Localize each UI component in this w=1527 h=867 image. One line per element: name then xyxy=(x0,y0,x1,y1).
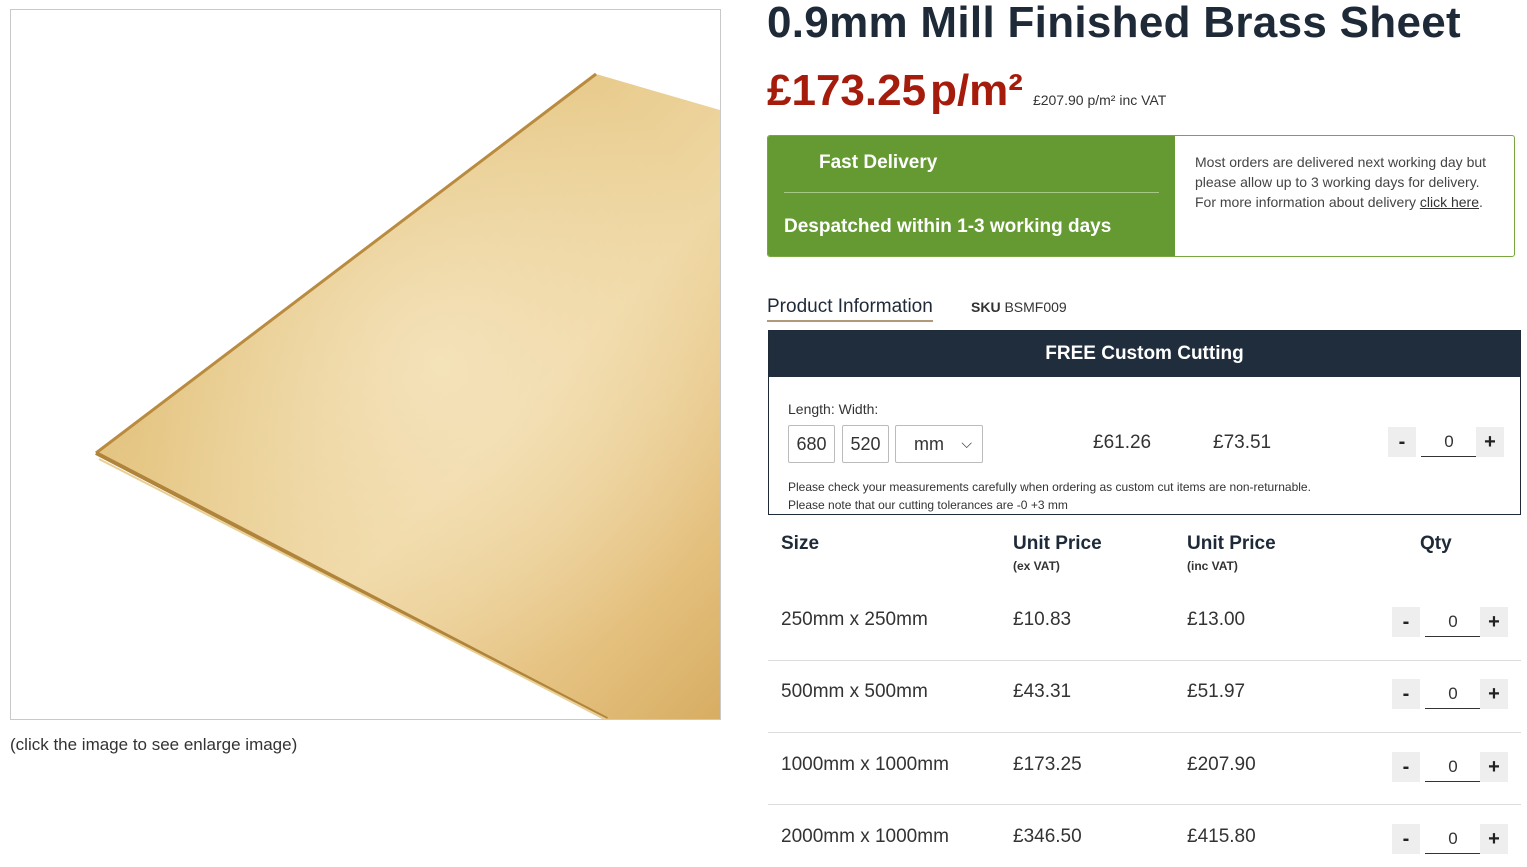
delivery-info: Most orders are delivered next working d… xyxy=(1175,136,1514,256)
width-input[interactable] xyxy=(842,425,889,463)
price-unit: p/m² xyxy=(930,66,1023,115)
page-title: 0.9mm Mill Finished Brass Sheet xyxy=(767,0,1461,47)
qty-minus-button[interactable]: - xyxy=(1392,607,1420,637)
custom-price-inc-vat: £73.51 xyxy=(1213,432,1272,453)
delivery-info-link[interactable]: click here xyxy=(1420,194,1479,210)
unit-price-inc-label: Unit Price xyxy=(1187,533,1276,554)
row-price-inc: £207.90 xyxy=(1187,754,1256,775)
sku-value: BSMF009 xyxy=(1004,299,1067,315)
length-label: Length: xyxy=(788,401,835,417)
unit-price-ex-header: Unit Price (ex VAT) xyxy=(1013,533,1102,573)
ex-vat-label: (ex VAT) xyxy=(1013,559,1060,573)
row-price-inc: £51.97 xyxy=(1187,681,1246,702)
custom-cutting-panel: FREE Custom Cutting Length: Width: mm ⌵ £… xyxy=(768,330,1521,515)
price-row: £173.25p/m² £207.90 p/m² inc VAT xyxy=(767,66,1166,116)
delivery-banner: Fast Delivery Despatched within 1-3 work… xyxy=(768,136,1175,256)
table-row: 2000mm x 1000mm £346.50 £415.80 - + xyxy=(768,804,1521,867)
chevron-down-icon: ⌵ xyxy=(961,435,972,451)
row-price-inc: £13.00 xyxy=(1187,609,1246,630)
tolerance-note: Please note that our cutting tolerances … xyxy=(788,498,1068,512)
row-price-ex: £346.50 xyxy=(1013,826,1082,847)
custom-qty-plus-button[interactable]: + xyxy=(1476,427,1504,457)
custom-cutting-header: FREE Custom Cutting xyxy=(769,331,1520,377)
product-image[interactable] xyxy=(10,9,721,720)
qty-minus-button[interactable]: - xyxy=(1392,824,1420,854)
qty-plus-button[interactable]: + xyxy=(1480,679,1508,709)
table-row: 500mm x 500mm £43.31 £51.97 - + xyxy=(768,660,1521,733)
custom-qty-input[interactable] xyxy=(1421,427,1477,457)
unit-price-ex-label: Unit Price xyxy=(1013,533,1102,554)
fast-delivery-title: Fast Delivery xyxy=(819,152,938,173)
table-row: 1000mm x 1000mm £173.25 £207.90 - + xyxy=(768,732,1521,805)
price-inc-vat: £207.90 p/m² inc VAT xyxy=(1032,92,1167,108)
qty-input[interactable] xyxy=(1425,824,1481,854)
row-price-inc: £415.80 xyxy=(1187,826,1256,847)
row-size: 1000mm x 1000mm xyxy=(781,754,949,775)
row-size: 500mm x 500mm xyxy=(781,681,928,702)
divider xyxy=(784,192,1159,193)
sku: SKU BSMF009 xyxy=(971,299,1067,315)
length-input[interactable] xyxy=(788,425,835,463)
unit-price-inc-header: Unit Price (inc VAT) xyxy=(1187,533,1276,573)
delivery-box: Fast Delivery Despatched within 1-3 work… xyxy=(767,135,1515,257)
inc-vat-label: (inc VAT) xyxy=(1187,559,1238,573)
qty-header: Qty xyxy=(1420,533,1452,554)
width-label: Width: xyxy=(838,401,879,417)
tab-product-information[interactable]: Product Information xyxy=(767,296,933,322)
qty-plus-button[interactable]: + xyxy=(1480,752,1508,782)
qty-plus-button[interactable]: + xyxy=(1480,607,1508,637)
despatch-text: Despatched within 1-3 working days xyxy=(784,216,1112,237)
qty-input[interactable] xyxy=(1425,679,1481,709)
qty-plus-button[interactable]: + xyxy=(1480,824,1508,854)
unit-select-value: mm xyxy=(914,433,944,454)
qty-minus-button[interactable]: - xyxy=(1392,752,1420,782)
row-price-ex: £10.83 xyxy=(1013,609,1072,630)
price: £173.25 xyxy=(767,66,927,115)
image-caption: (click the image to see enlarge image) xyxy=(10,735,298,754)
qty-input[interactable] xyxy=(1425,752,1481,782)
qty-input[interactable] xyxy=(1425,607,1481,637)
dimension-labels: Length: Width: xyxy=(788,401,878,417)
row-size: 2000mm x 1000mm xyxy=(781,826,949,847)
row-size: 250mm x 250mm xyxy=(781,609,928,630)
row-price-ex: £173.25 xyxy=(1013,754,1082,775)
sku-label: SKU xyxy=(971,299,1001,315)
delivery-info-end: . xyxy=(1479,194,1483,210)
unit-select[interactable]: mm ⌵ xyxy=(895,425,983,463)
table-row: 250mm x 250mm £10.83 £13.00 - + xyxy=(768,588,1521,661)
size-header: Size xyxy=(781,533,820,554)
row-price-ex: £43.31 xyxy=(1013,681,1072,702)
custom-qty-minus-button[interactable]: - xyxy=(1388,427,1416,457)
custom-price-ex-vat: £61.26 xyxy=(1093,432,1152,453)
qty-minus-button[interactable]: - xyxy=(1392,679,1420,709)
brass-sheet-image xyxy=(95,72,720,719)
custom-cut-note: Please check your measurements carefully… xyxy=(788,480,1311,494)
